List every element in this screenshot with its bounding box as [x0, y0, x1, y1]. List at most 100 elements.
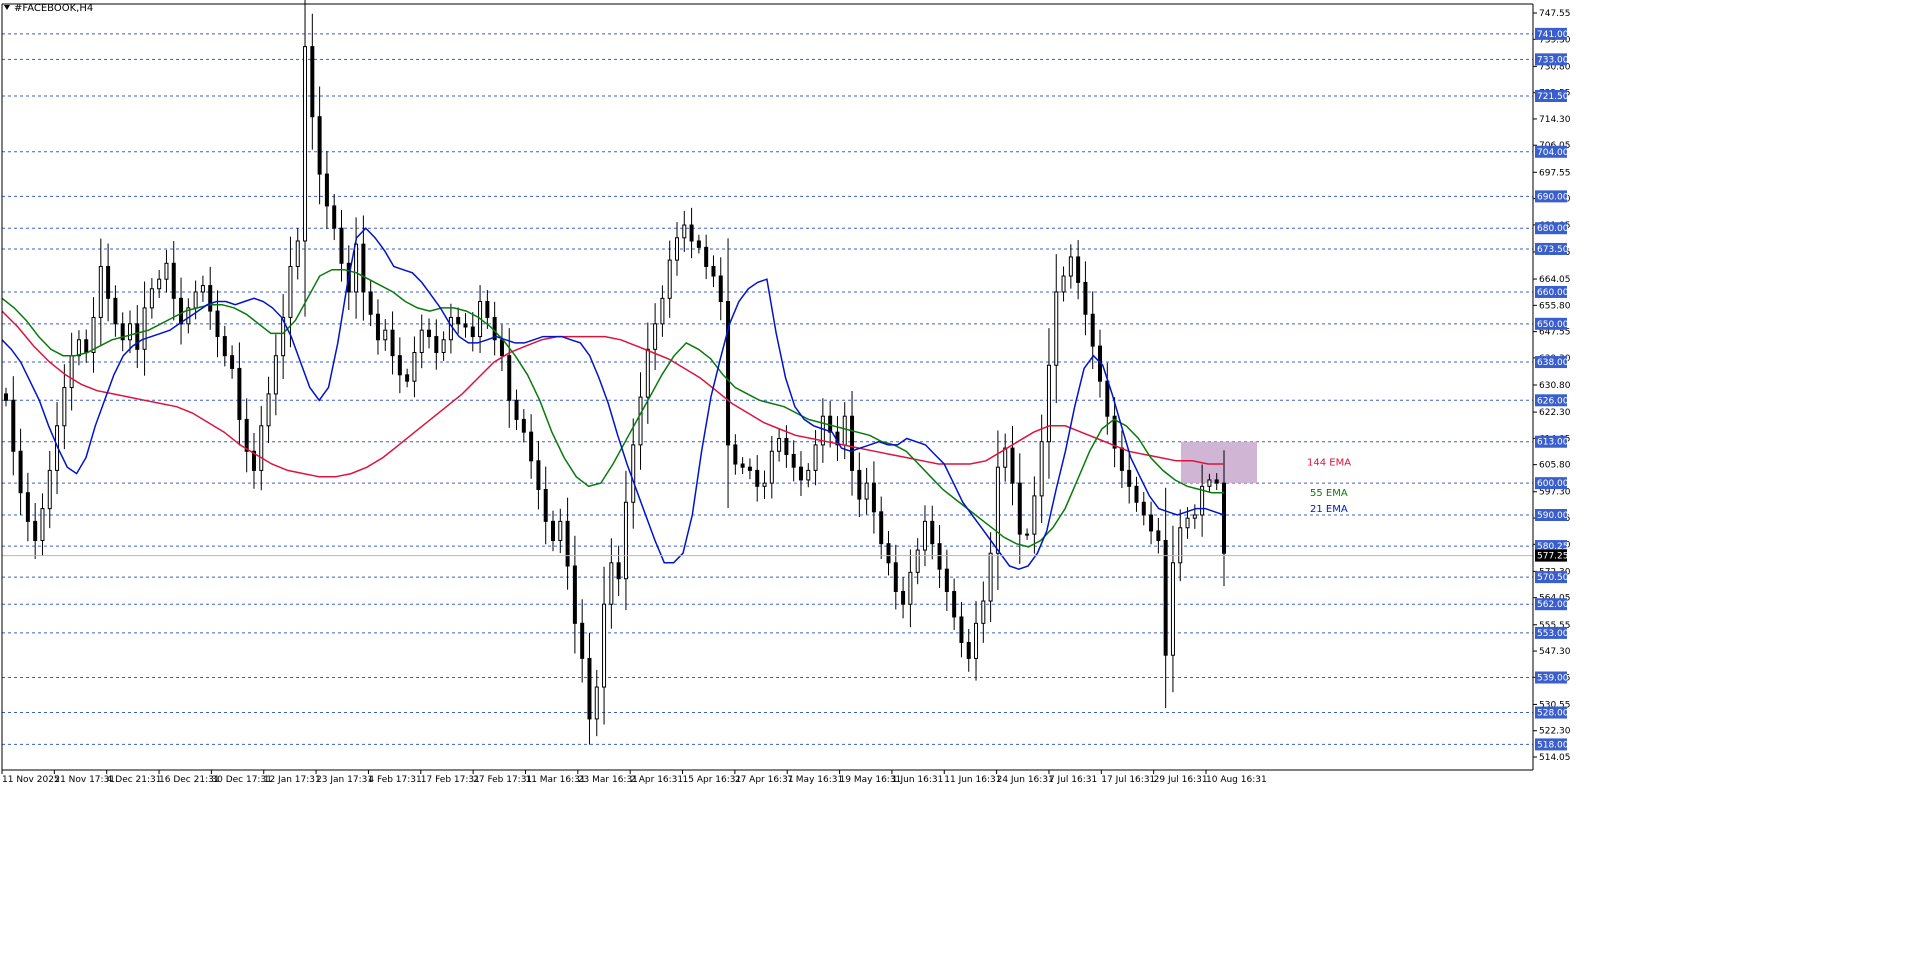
candle-body — [850, 415, 855, 471]
candle-body — [747, 466, 752, 471]
y-tick-label: 514.05 — [1539, 753, 1571, 763]
candle-body — [769, 450, 774, 484]
candle-body — [332, 205, 337, 229]
candle-body — [354, 243, 359, 293]
level-price-label: 570.50 — [1537, 573, 1569, 583]
y-tick-label: 605.80 — [1539, 461, 1571, 471]
candle-body — [981, 600, 986, 624]
candle-body — [1185, 517, 1190, 529]
x-tick-label: 2 Apr 16:31 — [630, 775, 683, 785]
resistance-zone — [1181, 441, 1257, 484]
x-tick-label: 29 Jul 16:31 — [1154, 775, 1208, 785]
candle-body — [40, 508, 45, 541]
candle-body — [157, 278, 162, 290]
candle-body — [69, 355, 74, 389]
candle-body — [1127, 469, 1132, 487]
candle-body — [755, 469, 760, 487]
y-tick-label: 655.80 — [1539, 301, 1571, 311]
candle-body — [419, 329, 424, 353]
level-price-label: 650.00 — [1537, 320, 1569, 330]
candle-body — [565, 520, 570, 567]
x-tick-label: 24 Jun 16:31 — [997, 775, 1054, 785]
level-price-label: 660.00 — [1537, 288, 1569, 298]
candle-body — [1163, 539, 1168, 656]
candle-body — [711, 265, 716, 277]
candle-body — [361, 243, 366, 293]
candle-body — [164, 262, 169, 280]
x-tick-label: 12 Jan 17:31 — [264, 775, 321, 785]
candle-body — [587, 657, 592, 720]
candle-body — [1039, 441, 1044, 497]
level-price-label: 680.00 — [1537, 224, 1569, 234]
candle-body — [893, 562, 898, 592]
candle-body — [842, 415, 847, 446]
y-tick-label: 697.55 — [1539, 168, 1571, 178]
candle-body — [1032, 495, 1037, 535]
candle-body — [1076, 256, 1081, 283]
candle-body — [886, 543, 891, 564]
candle-body — [529, 431, 534, 462]
level-price-label: 721.50 — [1537, 92, 1569, 102]
candle-body — [1170, 562, 1175, 656]
candle-body — [733, 444, 738, 465]
candle-body — [740, 463, 745, 468]
candle-body — [616, 562, 621, 580]
candle-body — [339, 227, 344, 264]
candle-body — [937, 543, 942, 570]
candle-body — [1141, 501, 1146, 516]
candle-body — [689, 224, 694, 242]
candle-body — [1178, 527, 1183, 564]
candle-body — [208, 285, 213, 312]
x-tick-label: 7 Jul 16:31 — [1049, 775, 1097, 785]
candle-body — [485, 301, 490, 318]
candle-body — [499, 339, 504, 357]
candle-body — [1083, 281, 1088, 315]
candle-body — [930, 520, 935, 545]
candle-body — [718, 275, 723, 303]
candle-body — [106, 265, 111, 299]
candle-body — [988, 552, 993, 602]
candle-body — [674, 237, 679, 261]
candle-body — [521, 418, 526, 433]
candle-body — [171, 262, 176, 299]
candle-body — [1061, 275, 1066, 293]
x-tick-label: 11 Nov 2025 — [2, 775, 60, 785]
candle-body — [667, 259, 672, 299]
level-price-label: 528.00 — [1537, 709, 1569, 719]
candle-body — [222, 336, 227, 357]
candle-body — [317, 116, 322, 175]
candle-body — [602, 603, 607, 688]
candle-body — [390, 329, 395, 357]
x-tick-label: 11 Jun 16:31 — [944, 775, 1001, 785]
candle-body — [857, 469, 862, 500]
candle-body — [463, 323, 468, 328]
candle-body — [784, 438, 789, 455]
candle-body — [193, 291, 198, 309]
candle-body — [1119, 447, 1124, 471]
candle-body — [1054, 291, 1059, 366]
candle-body — [84, 339, 89, 353]
candle-body — [76, 339, 81, 357]
candle-body — [762, 482, 767, 487]
plot-background — [0, 0, 1533, 963]
candle-body — [908, 571, 913, 605]
candle-body — [558, 520, 563, 541]
candle-body — [448, 316, 453, 341]
level-price-label: 638.00 — [1537, 358, 1569, 368]
candle-body — [288, 265, 293, 318]
level-price-label: 590.00 — [1537, 511, 1569, 521]
candle-body — [113, 297, 118, 325]
candle-body — [18, 450, 23, 494]
candle-body — [1046, 364, 1051, 443]
price-chart[interactable]: 144 EMA 55 EMA 21 EMA 747.55739.30730.80… — [0, 0, 1916, 963]
candle-body — [324, 173, 329, 207]
ema-55-label: 55 EMA — [1310, 488, 1348, 499]
level-price-label: 600.00 — [1537, 479, 1569, 489]
candle-body — [1222, 482, 1226, 554]
candle-body — [514, 399, 519, 420]
x-tick-label: 27 Feb 17:31 — [473, 775, 532, 785]
candle-body — [4, 393, 8, 401]
candle-body — [259, 425, 264, 471]
candle-body — [215, 310, 220, 338]
candle-body — [551, 520, 556, 541]
